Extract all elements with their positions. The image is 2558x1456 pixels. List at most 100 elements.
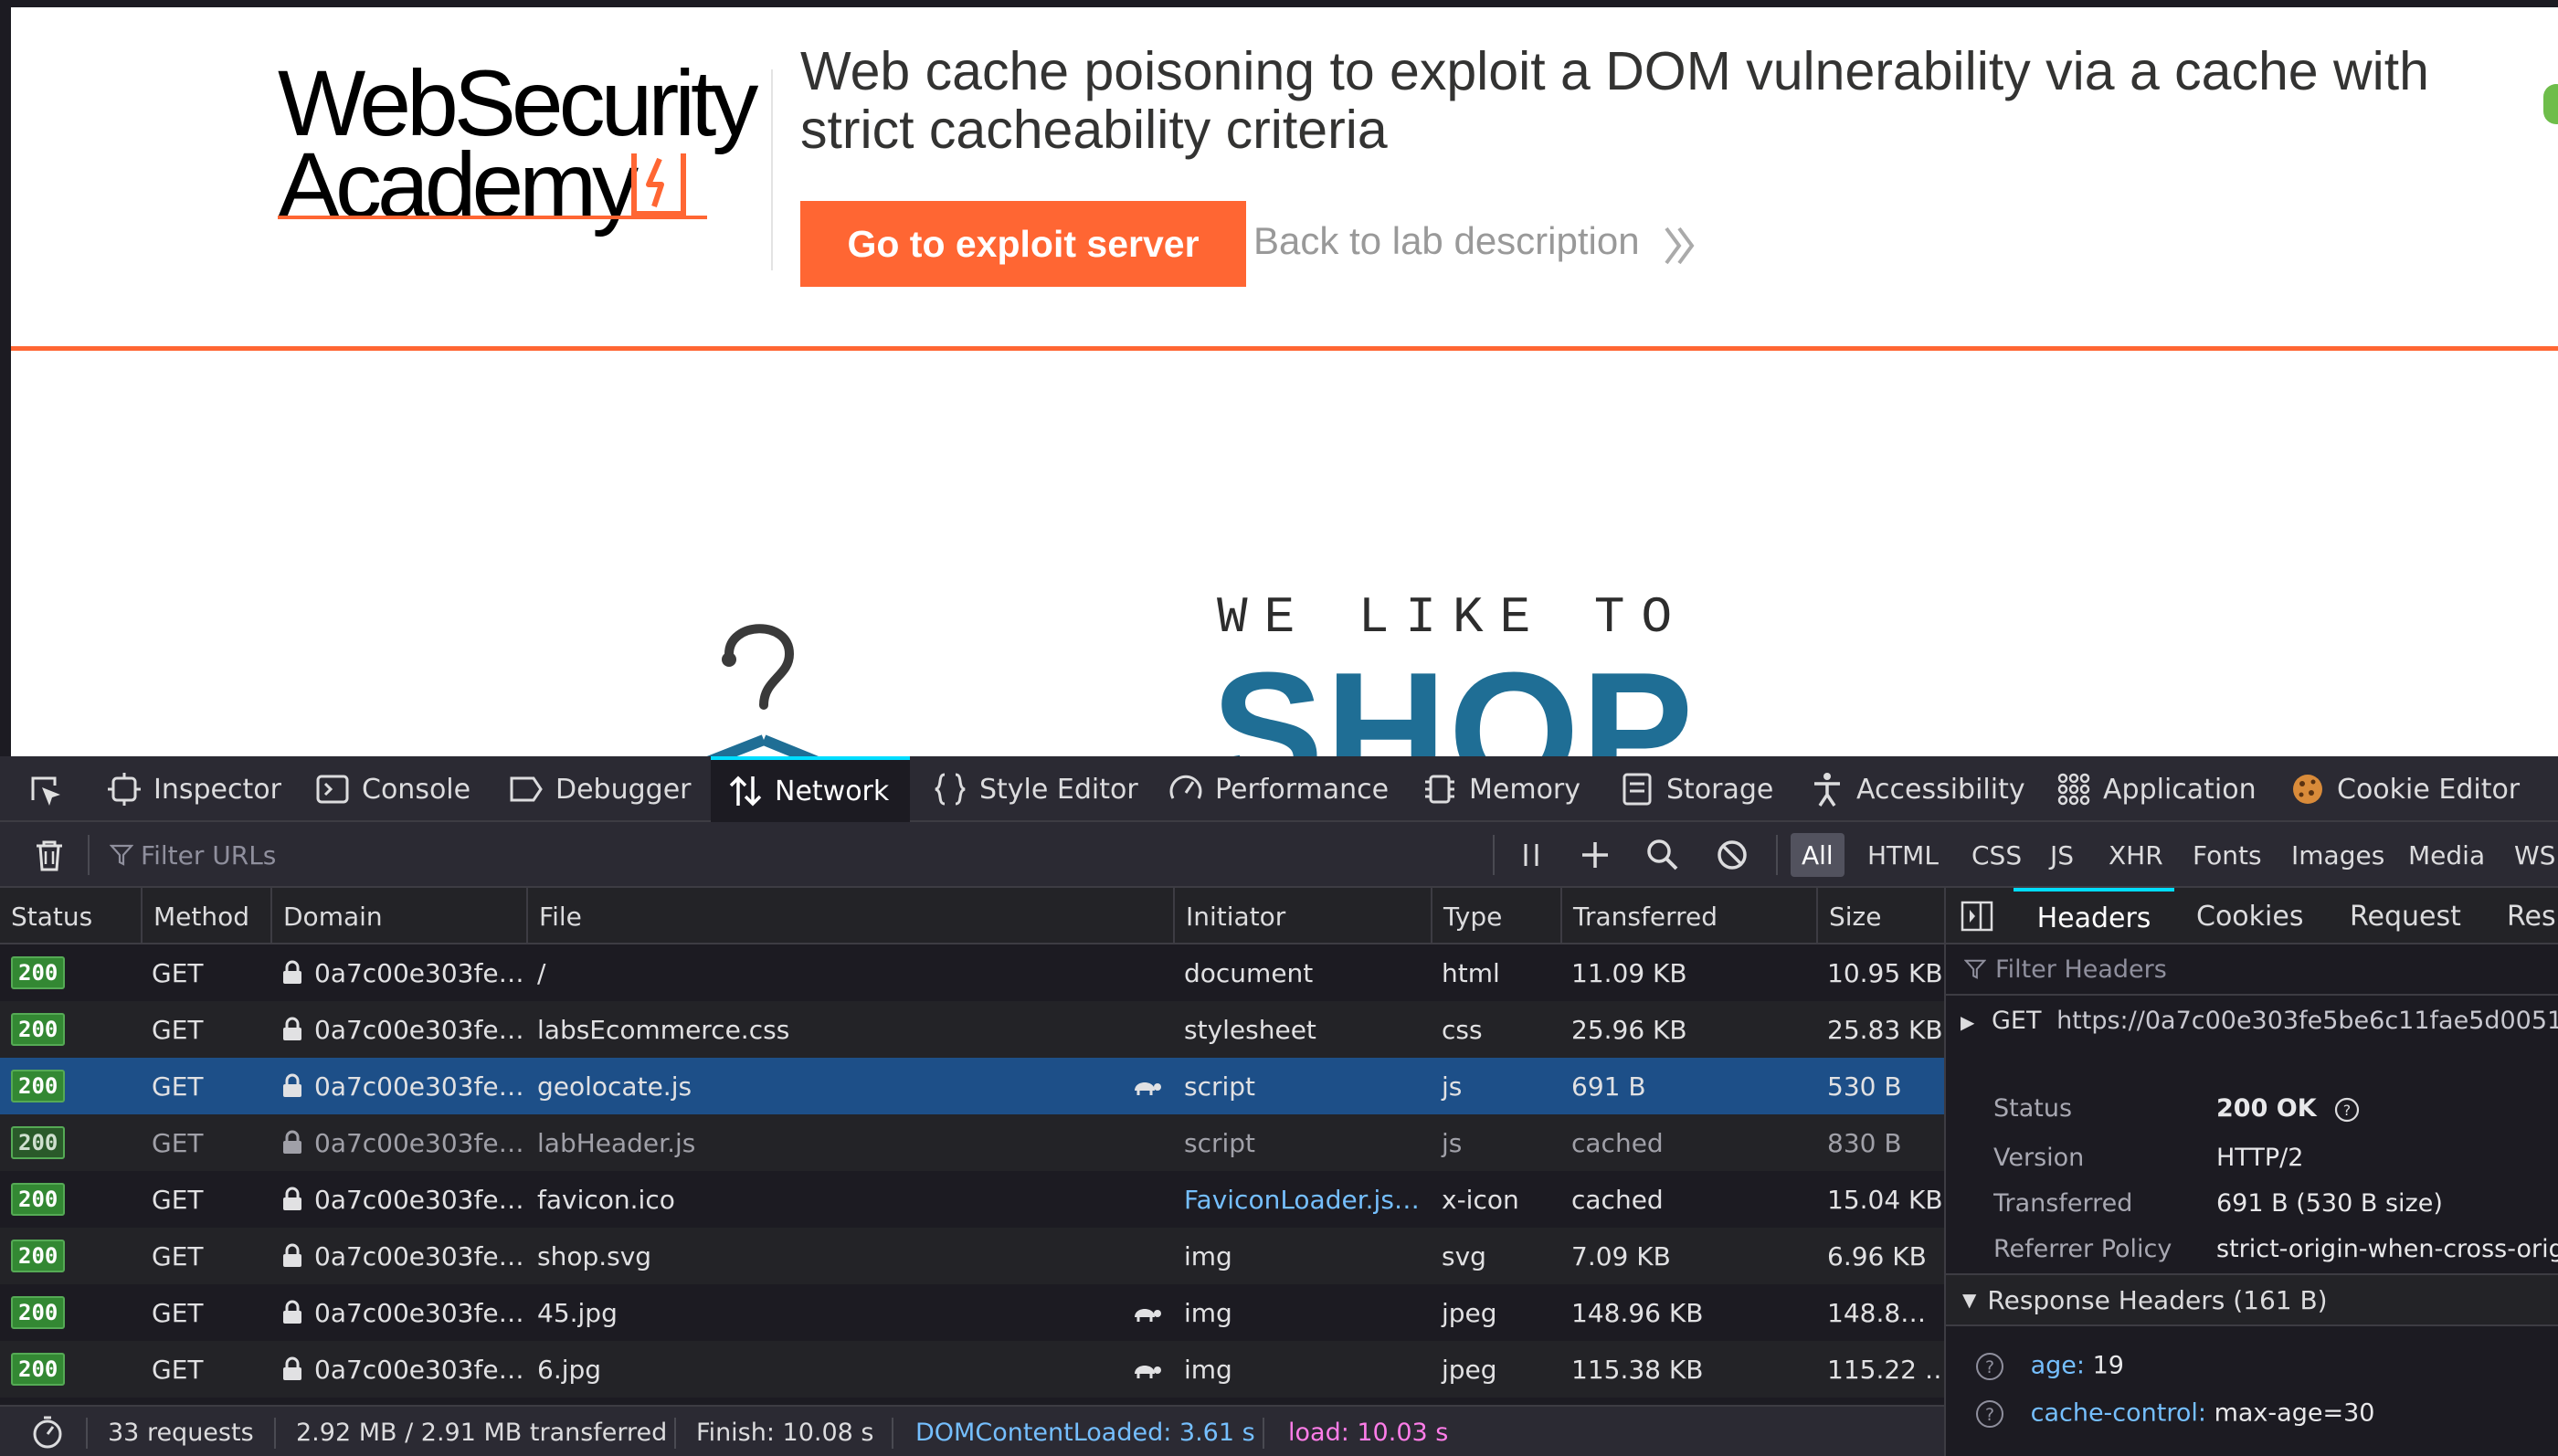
lock-icon <box>283 1017 301 1040</box>
cell-size: 530 B <box>1827 1071 1902 1102</box>
tab-console[interactable]: Console <box>314 756 470 822</box>
table-header: Status Method Domain File Initiator Type… <box>0 888 1944 944</box>
toolbar-separator <box>88 835 90 875</box>
transferred-value: 691 B (530 B size) <box>2216 1189 2443 1218</box>
column-file[interactable]: File <box>526 888 1173 944</box>
hanger-icon <box>706 624 819 756</box>
table-row[interactable]: 200 GET 0a7c00e303fe… / document html 11.09 KB… <box>0 944 1944 1001</box>
details-tab-cookies[interactable]: Cookies <box>2196 888 2303 944</box>
toggle-panel-icon[interactable] <box>1961 901 1993 932</box>
tab-style-editor[interactable]: Style Editor <box>932 756 1138 822</box>
cell-type: svg <box>1442 1240 1486 1271</box>
cell-domain: 0a7c00e303fe… <box>270 1341 526 1398</box>
filter-icon <box>110 844 133 866</box>
table-row[interactable]: 200 GET 0a7c00e303fe… labsEcommerce.css styl… <box>0 1001 1944 1058</box>
element-picker-icon[interactable] <box>27 773 64 809</box>
tab-label: Style Editor <box>979 773 1138 806</box>
go-to-exploit-server-button[interactable]: Go to exploit server <box>800 201 1246 287</box>
request-count: 33 requests <box>108 1418 254 1447</box>
column-initiator[interactable]: Initiator <box>1173 888 1431 944</box>
details-tab-response[interactable]: Resp <box>2507 888 2558 944</box>
request-method: GET <box>1991 1007 2042 1035</box>
pause-icon[interactable] <box>1513 837 1549 873</box>
column-transferred[interactable]: Transferred <box>1560 888 1816 944</box>
tab-storage[interactable]: Storage <box>1619 756 1773 822</box>
throttled-turtle-icon <box>1135 1309 1161 1322</box>
devtools-tab-bar: Inspector Console Debugger Network Style… <box>0 756 2558 822</box>
table-row[interactable]: 200 GET 0a7c00e303fe… shop.svg img svg 7.09 KB… <box>0 1228 1944 1284</box>
filter-urls-input[interactable]: Filter URLs <box>110 835 566 875</box>
performance-analysis-icon[interactable] <box>29 1414 66 1451</box>
cell-size: 25.83 KB <box>1827 1014 1943 1045</box>
tab-accessibility[interactable]: Accessibility <box>1809 756 2025 822</box>
back-to-lab-description-link[interactable]: Back to lab description <box>1253 219 1640 263</box>
column-domain[interactable]: Domain <box>270 888 526 944</box>
response-headers-section[interactable]: ▼ Response Headers (161 B) <box>1946 1273 2558 1326</box>
filter-headers-input[interactable]: Filter Headers <box>1946 944 2558 996</box>
type-filter-media[interactable]: Media <box>2397 833 2496 877</box>
column-status[interactable]: Status <box>0 888 141 944</box>
type-filter-images[interactable]: Images <box>2280 833 2395 877</box>
tab-cookie-editor[interactable]: Cookie Editor <box>2289 756 2520 822</box>
status-badge: 200 <box>11 1296 66 1329</box>
domain-text: 0a7c00e303fe… <box>314 957 524 988</box>
network-toolbar: Filter URLs All HTML CSS JS XHR Fonts Im… <box>0 822 2558 888</box>
table-row[interactable]: 200 GET 0a7c00e303fe… favicon.ico FaviconLoa… <box>0 1171 1944 1228</box>
column-type[interactable]: Type <box>1431 888 1560 944</box>
tab-label: Performance <box>1215 773 1390 806</box>
cell-status: 200 <box>0 1284 141 1341</box>
web-security-academy-logo[interactable]: WebSecurity Academy <box>278 57 762 239</box>
help-icon[interactable]: ? <box>1973 1398 2006 1430</box>
type-filter-css[interactable]: CSS <box>1961 833 2033 877</box>
tab-label: Application <box>2103 773 2257 806</box>
cell-transferred: cached <box>1571 1184 1664 1215</box>
lock-icon <box>283 1073 301 1097</box>
tab-performance[interactable]: Performance <box>1168 756 1389 822</box>
filter-headers-placeholder: Filter Headers <box>1995 955 2167 984</box>
cell-method: GET <box>152 957 204 988</box>
add-request-icon[interactable] <box>1577 837 1613 873</box>
block-icon[interactable] <box>1714 837 1750 873</box>
cell-transferred: 25.96 KB <box>1571 1014 1687 1045</box>
request-table: Status Method Domain File Initiator Type… <box>0 888 1944 1405</box>
tab-inspector[interactable]: Inspector <box>106 756 281 822</box>
request-line[interactable]: ▶ GET https://0a7c00e303fe5be6c11fae5d00… <box>1961 1007 2558 1035</box>
table-row[interactable]: 200 GET 0a7c00e303fe… labHeader.js script js c… <box>0 1114 1944 1171</box>
status-badge: 200 <box>11 1353 66 1386</box>
search-icon[interactable] <box>1644 837 1681 873</box>
type-filter-xhr[interactable]: XHR <box>2098 833 2174 877</box>
cell-transferred: cached <box>1571 1127 1664 1158</box>
trash-icon[interactable] <box>33 839 66 873</box>
cell-size: 148.8… <box>1827 1297 1927 1328</box>
tab-network[interactable]: Network <box>711 756 910 822</box>
details-tab-headers[interactable]: Headers <box>2014 888 2174 944</box>
tab-application[interactable]: Application <box>2056 756 2257 822</box>
type-filter-js[interactable]: JS <box>2039 833 2085 877</box>
domain-text: 0a7c00e303fe… <box>314 1071 524 1102</box>
tab-label: Console <box>362 773 471 806</box>
svg-text:?: ? <box>1985 1357 1994 1377</box>
table-row[interactable]: 200 GET 0a7c00e303fe… 6.jpg img jpeg 115.38 KB… <box>0 1341 1944 1398</box>
table-row[interactable]: 200 GET 0a7c00e303fe… 45.jpg img jpeg 148.96 K… <box>0 1284 1944 1341</box>
type-filter-ws[interactable]: WS <box>2503 833 2558 877</box>
shop-logo: WE LIKE TO SHOP <box>1211 588 1783 756</box>
cell-method: GET <box>152 1014 204 1045</box>
referrer-policy-label: Referrer Policy <box>1993 1235 2172 1263</box>
details-tab-request[interactable]: Request <box>2350 888 2461 944</box>
type-filter-html[interactable]: HTML <box>1856 833 1950 877</box>
status-separator <box>892 1418 893 1449</box>
cell-size: 15.04 KB <box>1827 1184 1943 1215</box>
help-icon[interactable]: ? <box>1973 1350 2006 1383</box>
table-row[interactable]: 200 GET 0a7c00e303fe… geolocate.js script js 6… <box>0 1058 1944 1114</box>
tab-debugger[interactable]: Debugger <box>508 756 692 822</box>
cell-method: GET <box>152 1184 204 1215</box>
lock-icon <box>283 1187 301 1210</box>
type-filter-all[interactable]: All <box>1791 833 1845 877</box>
help-icon[interactable]: ? <box>2333 1096 2361 1124</box>
cell-transferred: 691 B <box>1571 1071 1646 1102</box>
column-size[interactable]: Size <box>1816 888 1944 944</box>
tab-memory[interactable]: Memory <box>1422 756 1580 822</box>
column-method[interactable]: Method <box>141 888 270 944</box>
type-filter-fonts[interactable]: Fonts <box>2182 833 2273 877</box>
status-separator <box>674 1418 676 1449</box>
